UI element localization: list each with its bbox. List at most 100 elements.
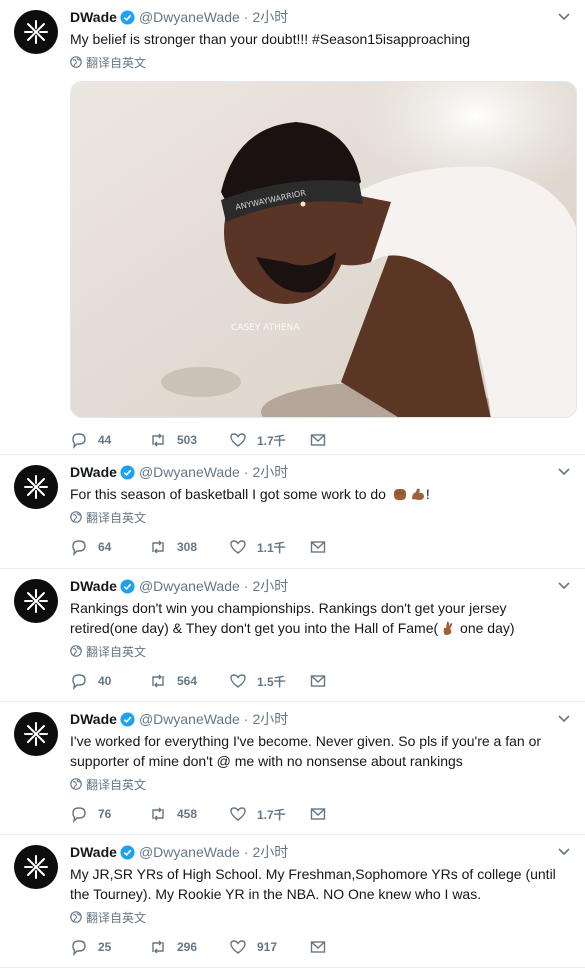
tweet[interactable]: DWade @DwyaneWade · 2小时 My JR,SR YRs of … bbox=[0, 835, 585, 968]
tweet-text-tail: ! bbox=[425, 486, 430, 502]
translate-link[interactable]: 翻译自英文 bbox=[70, 54, 571, 70]
retweet-count: 564 bbox=[177, 674, 198, 688]
reply-button[interactable]: 44 bbox=[70, 431, 149, 449]
timestamp[interactable]: 2小时 bbox=[252, 462, 288, 482]
handle[interactable]: @DwyaneWade bbox=[139, 578, 240, 594]
tweet-text-line: Rankings don't win you championships. Ra… bbox=[70, 598, 571, 638]
retweet-button[interactable]: 503 bbox=[149, 431, 229, 449]
player-photo: ANYWAYWARRIOR CASEY ATHENA bbox=[71, 82, 576, 417]
chevron-down-icon[interactable] bbox=[557, 581, 571, 591]
translate-link[interactable]: 翻译自英文 bbox=[70, 909, 571, 925]
tweet-text-line: For this season of basketball I got some… bbox=[70, 484, 571, 504]
like-count: 1.1千 bbox=[257, 540, 286, 555]
timeline-feed: DWade @DwyaneWade · 2小时 My belief is str… bbox=[0, 0, 585, 968]
tweet-photo[interactable]: ANYWAYWARRIOR CASEY ATHENA bbox=[70, 81, 577, 418]
verified-badge-icon bbox=[120, 9, 135, 25]
like-button[interactable]: 1.5千 bbox=[229, 672, 309, 690]
display-name[interactable]: DWade bbox=[70, 578, 117, 594]
direct-message-button[interactable] bbox=[309, 538, 337, 556]
tweet-text: I've worked for everything I've become. … bbox=[70, 733, 542, 769]
tweet-text: For this season of basketball I got some… bbox=[70, 486, 386, 502]
globe-icon bbox=[70, 911, 82, 923]
display-name[interactable]: DWade bbox=[70, 464, 117, 480]
direct-message-button[interactable] bbox=[309, 805, 337, 823]
translate-label: 翻译自英文 bbox=[86, 55, 147, 70]
retweet-button[interactable]: 458 bbox=[149, 805, 229, 823]
envelope-icon bbox=[310, 434, 326, 446]
tweet-actions: 44 503 1.7千 bbox=[70, 422, 571, 458]
display-name[interactable]: DWade bbox=[70, 711, 117, 727]
display-name[interactable]: DWade bbox=[70, 9, 117, 25]
tweet[interactable]: DWade @DwyaneWade · 2小时 My belief is str… bbox=[0, 0, 585, 455]
chevron-down-icon[interactable] bbox=[557, 467, 571, 477]
heart-icon bbox=[230, 674, 246, 688]
retweet-icon bbox=[152, 674, 164, 688]
translate-label: 翻译自英文 bbox=[86, 644, 147, 659]
direct-message-button[interactable] bbox=[309, 431, 337, 449]
handle[interactable]: @DwyaneWade bbox=[139, 711, 240, 727]
retweet-icon bbox=[152, 940, 164, 954]
reply-button[interactable]: 64 bbox=[70, 538, 149, 556]
retweet-icon bbox=[152, 807, 164, 821]
crossed-fingers-emoji-icon bbox=[443, 621, 453, 635]
chevron-down-icon[interactable] bbox=[557, 714, 571, 724]
envelope-icon bbox=[310, 941, 326, 953]
handle[interactable]: @DwyaneWade bbox=[139, 844, 240, 860]
reply-count: 25 bbox=[98, 940, 112, 954]
avatar[interactable] bbox=[14, 712, 58, 756]
verified-badge-icon bbox=[120, 844, 135, 860]
direct-message-button[interactable] bbox=[309, 938, 337, 956]
retweet-button[interactable]: 564 bbox=[149, 672, 229, 690]
timestamp[interactable]: 2小时 bbox=[252, 709, 288, 729]
translate-label: 翻译自英文 bbox=[86, 910, 147, 925]
globe-icon bbox=[70, 511, 82, 523]
heart-icon bbox=[230, 940, 246, 954]
like-button[interactable]: 917 bbox=[229, 938, 309, 956]
like-button[interactable]: 1.1千 bbox=[229, 538, 309, 556]
avatar[interactable] bbox=[14, 465, 58, 509]
globe-icon bbox=[70, 645, 82, 657]
handle[interactable]: @DwyaneWade bbox=[139, 9, 240, 25]
reply-count: 64 bbox=[98, 540, 112, 554]
retweet-button[interactable]: 296 bbox=[149, 938, 229, 956]
heart-icon bbox=[230, 540, 246, 554]
timestamp[interactable]: 2小时 bbox=[252, 576, 288, 596]
like-button[interactable]: 1.7千 bbox=[229, 805, 309, 823]
tweet-actions: 64 308 1.1千 bbox=[70, 529, 571, 565]
chevron-down-icon[interactable] bbox=[557, 12, 571, 22]
retweet-count: 296 bbox=[177, 940, 198, 954]
retweet-count: 458 bbox=[177, 807, 198, 821]
translate-link[interactable]: 翻译自英文 bbox=[70, 643, 571, 659]
avatar[interactable] bbox=[14, 845, 58, 889]
envelope-icon bbox=[310, 808, 326, 820]
reply-button[interactable]: 25 bbox=[70, 938, 149, 956]
translate-link[interactable]: 翻译自英文 bbox=[70, 509, 571, 525]
reply-button[interactable]: 40 bbox=[70, 672, 149, 690]
display-name[interactable]: DWade bbox=[70, 844, 117, 860]
retweet-button[interactable]: 308 bbox=[149, 538, 229, 556]
reply-icon bbox=[72, 540, 86, 556]
tweet[interactable]: DWade @DwyaneWade · 2小时 For this season … bbox=[0, 455, 585, 569]
tweet[interactable]: DWade @DwyaneWade · 2小时 I've worked for … bbox=[0, 702, 585, 835]
heart-icon bbox=[230, 433, 246, 447]
reply-count: 44 bbox=[98, 433, 112, 447]
like-count: 1.7千 bbox=[257, 807, 286, 822]
reply-count: 76 bbox=[98, 807, 112, 821]
like-button[interactable]: 1.7千 bbox=[229, 431, 309, 449]
translate-link[interactable]: 翻译自英文 bbox=[70, 776, 571, 792]
flexed-biceps-emoji-icon bbox=[411, 488, 424, 500]
chevron-down-icon[interactable] bbox=[557, 847, 571, 857]
heart-icon bbox=[230, 807, 246, 821]
timestamp[interactable]: 2小时 bbox=[252, 842, 288, 862]
avatar[interactable] bbox=[14, 579, 58, 623]
handle[interactable]: @DwyaneWade bbox=[139, 464, 240, 480]
envelope-icon bbox=[310, 541, 326, 553]
reply-button[interactable]: 76 bbox=[70, 805, 149, 823]
direct-message-button[interactable] bbox=[309, 672, 337, 690]
tweet[interactable]: DWade @DwyaneWade · 2小时 Rankings don't w… bbox=[0, 569, 585, 702]
separator-dot: · bbox=[243, 9, 249, 25]
avatar[interactable] bbox=[14, 10, 58, 54]
timestamp[interactable]: 2小时 bbox=[252, 7, 288, 27]
globe-icon bbox=[70, 778, 82, 790]
translate-label: 翻译自英文 bbox=[86, 777, 147, 792]
